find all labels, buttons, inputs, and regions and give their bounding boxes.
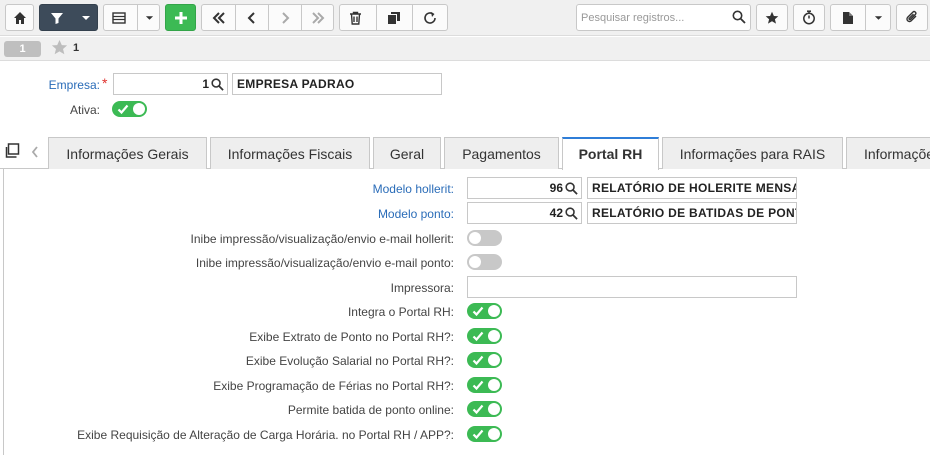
impressora-label: Impressora:	[390, 281, 454, 295]
search-placeholder: Pesquisar registros...	[581, 12, 685, 24]
paperclip-icon	[906, 10, 917, 23]
check-icon	[472, 429, 484, 440]
inibe-ponto-label: Inibe impressão/visualização/envio e-mai…	[195, 256, 454, 270]
record-tab[interactable]: 1	[4, 41, 41, 57]
tab-informacoes-gerais[interactable]: Informações Gerais	[48, 137, 207, 169]
document-icon	[843, 12, 853, 24]
batida-online-toggle[interactable]	[467, 401, 502, 417]
tab-portal-rh[interactable]: Portal RH	[562, 137, 659, 170]
search-input[interactable]: Pesquisar registros...	[576, 4, 751, 31]
modelo-holerite-label: Modelo hollerit:	[372, 182, 454, 196]
carga-horaria-label: Exibe Requisição de Alteração de Carga H…	[77, 428, 454, 442]
inibe-ponto-toggle[interactable]	[467, 254, 502, 270]
filter-icon	[51, 13, 63, 24]
toggle-knob	[488, 379, 500, 391]
empresa-code-value: 1	[202, 77, 209, 91]
refresh-icon[interactable]	[423, 11, 437, 25]
extrato-ponto-toggle[interactable]	[467, 328, 502, 344]
tab-geral[interactable]: Geral	[373, 137, 441, 169]
evolucao-salarial-label: Exibe Evolução Salarial no Portal RH?:	[245, 354, 454, 368]
filter-button[interactable]	[39, 4, 98, 31]
tab-informacoes-fiscais[interactable]: Informações Fiscais	[210, 137, 370, 169]
list-icon	[112, 12, 126, 24]
search-icon[interactable]	[732, 10, 746, 24]
toggle-knob	[469, 256, 481, 268]
toggle-knob	[488, 354, 500, 366]
report-button[interactable]	[830, 4, 891, 31]
integra-portal-toggle[interactable]	[467, 303, 502, 319]
evolucao-salarial-toggle[interactable]	[467, 352, 502, 368]
modelo-ponto-desc-field[interactable]: RELATÓRIO DE BATIDAS DE PONTO	[587, 202, 797, 224]
check-icon	[472, 404, 484, 415]
empresa-code-field[interactable]: 1	[113, 73, 228, 95]
search-icon[interactable]	[565, 182, 578, 195]
toggle-knob	[469, 232, 481, 244]
modelo-ponto-code-field[interactable]: 42	[467, 202, 582, 224]
tab-informacoes-rais[interactable]: Informações para RAIS	[662, 137, 843, 169]
toggle-knob	[488, 403, 500, 415]
batida-online-label: Permite batida de ponto online:	[287, 403, 454, 417]
ativa-label: Ativa:	[69, 103, 100, 117]
extrato-ponto-label: Exibe Extrato de Ponto no Portal RH?:	[249, 330, 454, 344]
search-icon[interactable]	[565, 207, 578, 220]
attachments-button[interactable]	[896, 4, 928, 31]
toggle-knob	[488, 305, 500, 317]
check-icon	[472, 331, 484, 342]
home-button[interactable]	[5, 4, 34, 31]
modelo-holerite-desc-field[interactable]: RELATÓRIO DE HOLERITE MENSAL	[587, 177, 797, 199]
modelo-ponto-code: 42	[549, 206, 563, 220]
chevron-left-icon[interactable]	[247, 12, 257, 24]
favorite-button[interactable]	[756, 4, 788, 31]
empresa-name-field[interactable]: EMPRESA PADRAO	[232, 73, 442, 95]
toggle-knob	[133, 103, 145, 115]
chevron-right-icon[interactable]	[280, 12, 290, 24]
timer-button[interactable]	[793, 4, 825, 31]
ativa-toggle[interactable]	[112, 101, 147, 117]
plus-icon	[174, 11, 187, 24]
impressora-field[interactable]	[467, 276, 797, 298]
toggle-knob	[488, 428, 500, 440]
star-icon[interactable]	[51, 39, 68, 56]
trash-icon[interactable]	[349, 11, 362, 25]
carga-horaria-toggle[interactable]	[467, 426, 502, 442]
chevron-down-icon[interactable]	[874, 15, 883, 21]
record-number: 1	[73, 42, 80, 54]
tab-pagamentos[interactable]: Pagamentos	[444, 137, 559, 169]
check-icon	[472, 355, 484, 366]
record-bar: 1 1	[0, 37, 930, 61]
inibe-hollerit-toggle[interactable]	[467, 230, 502, 246]
tab-informacoes[interactable]: Informações	[846, 137, 930, 169]
copy-icon[interactable]	[387, 11, 401, 25]
double-chevron-left-icon[interactable]	[212, 12, 226, 24]
check-icon	[472, 306, 484, 317]
double-chevron-right-icon[interactable]	[311, 12, 325, 24]
required-indicator: *	[102, 75, 108, 91]
chevron-down-icon[interactable]	[145, 15, 154, 21]
modelo-holerite-code: 96	[549, 181, 563, 195]
toggle-knob	[488, 330, 500, 342]
tab-bar: Informações Gerais Informações Fiscais G…	[0, 137, 930, 170]
empresa-label: Empresa:	[48, 78, 100, 92]
list-view-button[interactable]	[103, 4, 160, 31]
star-icon	[765, 11, 779, 24]
programacao-ferias-label: Exibe Programação de Férias no Portal RH…	[213, 379, 454, 393]
record-actions	[339, 4, 448, 31]
chevron-down-icon[interactable]	[81, 15, 91, 21]
inibe-hollerit-label: Inibe impressão/visualização/envio e-mai…	[190, 232, 454, 246]
modelo-ponto-label: Modelo ponto:	[377, 207, 454, 221]
modelo-holerite-code-field[interactable]: 96	[467, 177, 582, 199]
home-icon	[13, 11, 26, 24]
check-icon	[472, 380, 484, 391]
toolbar: Pesquisar registros...	[0, 0, 930, 36]
search-icon[interactable]	[211, 78, 224, 91]
record-navigation	[201, 4, 334, 31]
add-button[interactable]	[165, 4, 196, 31]
stopwatch-icon	[803, 10, 815, 25]
programacao-ferias-toggle[interactable]	[467, 377, 502, 393]
check-icon	[117, 104, 129, 115]
integra-portal-label: Integra o Portal RH:	[347, 305, 454, 319]
